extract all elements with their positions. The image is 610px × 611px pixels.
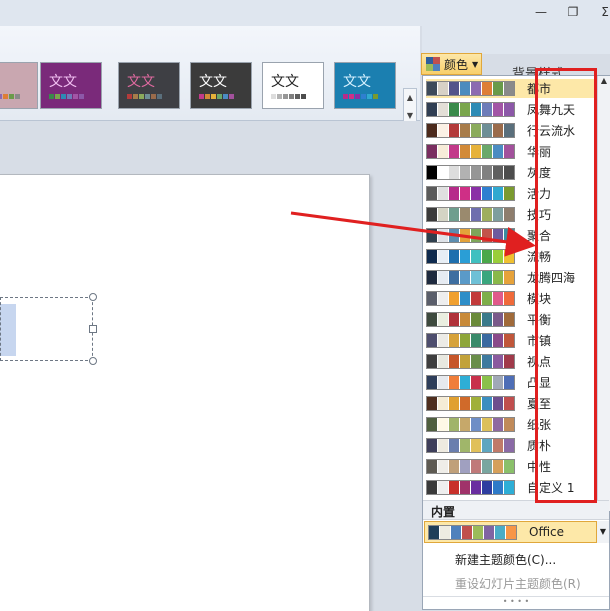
annotation-arrow-icon (290, 211, 536, 257)
